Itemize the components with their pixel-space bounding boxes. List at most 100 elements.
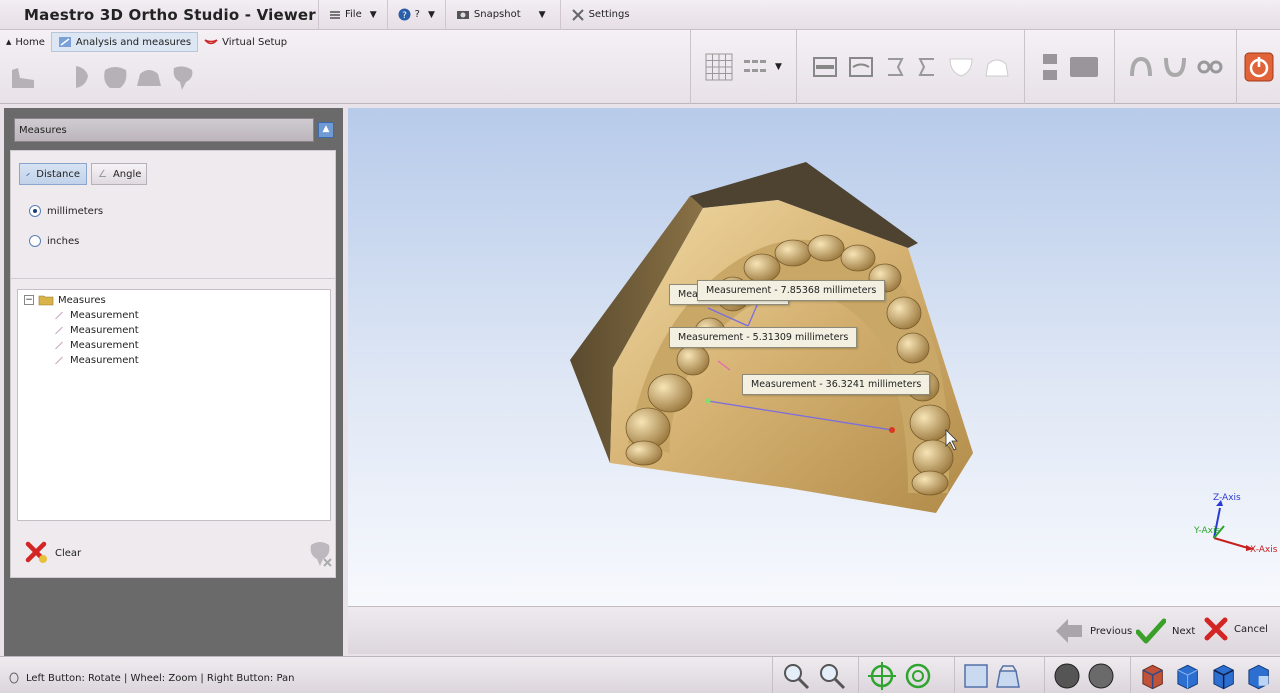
chevron-up-icon: ▲	[322, 124, 330, 134]
measures-panel-title: Measures	[14, 118, 314, 142]
tree-item-label: Measurement	[70, 325, 139, 336]
title-bar: Maestro 3D Ortho Studio - Viewer File ▼ …	[0, 0, 1280, 30]
center-tools	[858, 657, 948, 693]
inches-label: inches	[47, 235, 80, 247]
arch-upper-icon[interactable]	[1129, 56, 1153, 78]
distance-icon	[26, 172, 31, 176]
inches-radio[interactable]: inches	[29, 235, 79, 247]
tree-item-measurement[interactable]: Measurement	[54, 310, 139, 321]
ribbon: ▲ Home Analysis and measures Virtual Set…	[0, 30, 1280, 104]
measurement-line-icon	[55, 311, 63, 320]
side-view-icon[interactable]	[8, 62, 38, 92]
help-menu-label: ?	[414, 9, 420, 20]
arch-both-icon[interactable]	[1197, 56, 1223, 78]
angle-mode-label: Angle	[112, 168, 142, 180]
measures-tree-container: − Measures Measurement Measurement Measu…	[10, 278, 336, 578]
shading-tools	[1044, 657, 1124, 693]
status-bar: Left Button: Rotate | Wheel: Zoom | Righ…	[0, 656, 1280, 693]
view-left-icon[interactable]	[916, 56, 938, 78]
collapse-node-icon[interactable]: −	[24, 295, 34, 305]
next-label: Next	[1172, 625, 1196, 637]
chevron-down-icon: ▼	[369, 9, 377, 20]
cancel-button[interactable]: Cancel	[1204, 617, 1268, 641]
tab-analysis-and-measures[interactable]: Analysis and measures	[50, 32, 199, 52]
measurement-tag[interactable]: Measurement - 5.31309 millimeters	[669, 327, 858, 348]
measurement-tag[interactable]: Measurement - 36.3241 millimeters	[742, 374, 931, 395]
upper-model-icon[interactable]	[100, 62, 130, 92]
help-menu[interactable]: ? ? ▼	[386, 0, 445, 30]
clear-button[interactable]: Clear	[25, 541, 81, 565]
chevron-down-icon: ▼	[538, 9, 546, 20]
dental-model[interactable]	[348, 108, 1280, 606]
arch-lower-icon[interactable]	[1163, 56, 1187, 78]
navigation-bar: Previous Next Cancel	[348, 606, 1280, 654]
edges-cube-icon[interactable]	[1210, 662, 1237, 690]
home-icon: ▲	[6, 38, 12, 46]
tab-virtual-setup[interactable]: Virtual Setup	[198, 32, 293, 52]
status-hint: Left Button: Rotate | Wheel: Zoom | Righ…	[26, 673, 295, 684]
file-menu-label: File	[345, 9, 362, 20]
settings-menu[interactable]: Settings	[559, 0, 640, 30]
ribbon-tabs: ▲ Home Analysis and measures Virtual Set…	[0, 32, 293, 52]
measurement-tag[interactable]: Measurement - 7.85368 millimeters	[697, 280, 886, 301]
grid-size-icon[interactable]	[743, 57, 773, 77]
tab-home[interactable]: ▲ Home	[0, 32, 51, 52]
tab-analysis-label: Analysis and measures	[75, 36, 192, 48]
collapse-panel-button[interactable]: ▲	[318, 122, 334, 138]
grid-icon[interactable]	[705, 53, 733, 81]
view-right-icon[interactable]	[884, 56, 906, 78]
view-top-icon[interactable]	[948, 56, 974, 78]
file-menu[interactable]: File ▼	[318, 0, 387, 30]
measurement-tag-text: Measurement - 5.31309 millimeters	[678, 332, 849, 343]
previous-button[interactable]: Previous	[1054, 617, 1132, 645]
tree-item-measurement[interactable]: Measurement	[54, 325, 139, 336]
zoom-out-icon[interactable]	[817, 661, 847, 691]
delete-icon	[25, 541, 47, 563]
tree-item-measurement[interactable]: Measurement	[54, 355, 139, 366]
snapshot-menu-label: Snapshot	[473, 9, 521, 20]
zoom-in-icon[interactable]	[781, 661, 811, 691]
shaded-sphere-icon[interactable]	[1053, 662, 1081, 690]
cancel-label: Cancel	[1234, 623, 1268, 635]
next-button[interactable]: Next	[1136, 617, 1195, 645]
perspective-icon[interactable]	[995, 663, 1021, 689]
solid-cube-icon[interactable]	[1174, 662, 1201, 690]
tree-root-measures[interactable]: − Measures	[24, 294, 106, 306]
power-icon[interactable]	[1244, 52, 1274, 82]
angle-icon: ∠	[98, 168, 107, 180]
orthographic-icon[interactable]	[963, 663, 989, 689]
occlusion-closed-icon[interactable]	[1069, 55, 1099, 79]
fit-view-icon[interactable]	[903, 661, 933, 691]
half-model-icon[interactable]	[66, 62, 96, 92]
millimeters-radio[interactable]: millimeters	[29, 205, 103, 217]
3d-viewport[interactable]: Meas Measurement - 7.85368 millimeters M…	[348, 108, 1280, 606]
view-front-icon[interactable]	[812, 56, 838, 78]
mouth-icon	[204, 39, 218, 45]
measurement-tag-text: Measurement - 7.85368 millimeters	[706, 285, 877, 296]
angle-mode-button[interactable]: ∠ Angle	[91, 163, 147, 185]
texture-cube-icon[interactable]	[1139, 662, 1166, 690]
tree-item-label: Measurement	[70, 355, 139, 366]
tree-item-measurement[interactable]: Measurement	[54, 340, 139, 351]
radio-unselected-icon	[29, 235, 41, 247]
tree-item-label: Measurement	[70, 340, 139, 351]
measurement-endpoint	[889, 427, 895, 433]
orientation-tools-group	[796, 30, 1024, 104]
chevron-down-icon[interactable]: ▼	[775, 62, 782, 72]
transparent-cube-icon[interactable]	[1245, 662, 1272, 690]
measures-panel: Measures ▲ Distance ∠ Angle millimeters …	[4, 108, 343, 656]
snapshot-menu[interactable]: Snapshot ▼	[444, 0, 560, 30]
view-bottom-icon[interactable]	[984, 56, 1010, 78]
occlusion-tools-group	[1024, 30, 1114, 104]
tooth-icon[interactable]	[168, 62, 198, 92]
occlusion-open-icon[interactable]	[1041, 52, 1059, 82]
wire-sphere-icon[interactable]	[1087, 662, 1115, 690]
lower-model-icon[interactable]	[134, 62, 164, 92]
measures-tree: − Measures Measurement Measurement Measu…	[17, 289, 331, 521]
file-icon	[330, 10, 340, 19]
view-back-icon[interactable]	[848, 56, 874, 78]
svg-text:?: ?	[402, 11, 407, 21]
y-axis-label: Y-Axis	[1194, 526, 1221, 536]
center-target-icon[interactable]	[867, 661, 897, 691]
distance-mode-button[interactable]: Distance	[19, 163, 87, 185]
